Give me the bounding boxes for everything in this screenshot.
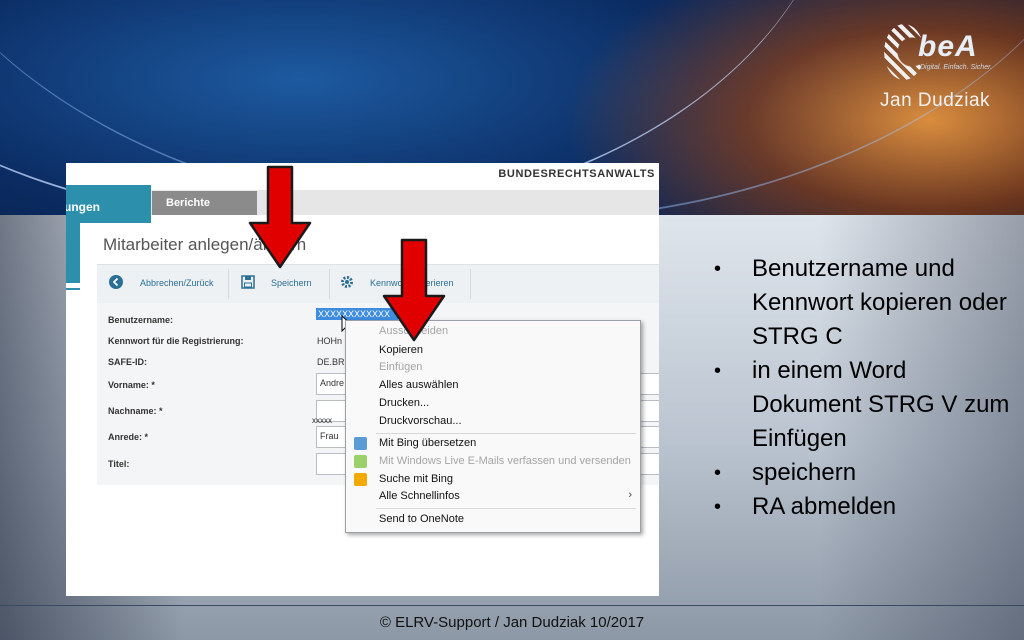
gear-icon <box>341 276 353 288</box>
tab-active[interactable]: ungen <box>66 185 151 223</box>
menu-separator <box>376 433 636 434</box>
footer-divider <box>0 605 1024 606</box>
save-icon <box>241 275 255 289</box>
slide-footer: © ELRV-Support / Jan Dudziak 10/2017 <box>379 614 645 631</box>
bea-logo: beA Digital. Einfach. Sicher. Jan Dudzia… <box>878 20 1013 120</box>
reg-password-value: HOHn <box>317 336 343 346</box>
bullet-item: • speichern <box>714 459 857 486</box>
logo-tagline: Digital. Einfach. Sicher. <box>920 64 993 71</box>
app-brand: BUNDESRECHTSANWALTS <box>498 168 655 180</box>
label-safe-id: SAFE-ID: <box>108 357 147 367</box>
logo-author: Jan Dudziak <box>880 90 991 111</box>
menu-item-send-to-onenote[interactable]: Send to OneNote <box>379 513 464 525</box>
instruction-list: • Benutzername und Kennwort kopieren ode… <box>712 252 1012 524</box>
label-title: Titel: <box>108 459 130 469</box>
chevron-right-icon: › <box>628 489 632 501</box>
bullet-item: • Benutzername und Kennwort kopieren ode… <box>714 255 1007 350</box>
back-button[interactable]: Abbrechen/Zurück <box>97 265 222 303</box>
bing-icon <box>354 473 367 486</box>
context-menu: Ausschneiden Kopieren Einfügen Alles aus… <box>345 320 641 533</box>
menu-item-all-accelerators[interactable]: Alle Schnellinfos <box>379 490 460 502</box>
bullet-item: • in einem Word Dokument STRG V zum Einf… <box>714 357 1010 452</box>
menu-separator <box>376 508 636 509</box>
tab-berichte[interactable]: Berichte <box>152 191 257 215</box>
menu-item-copy[interactable]: Kopieren <box>379 344 423 356</box>
menu-item-windows-live-mail[interactable]: Mit Windows Live E-Mails verfassen und v… <box>379 455 631 467</box>
label-lastname: Nachname: * <box>108 406 163 416</box>
translate-icon <box>354 437 367 450</box>
label-reg-password: Kennwort für die Registrierung: <box>108 336 244 346</box>
menu-item-bing-translate[interactable]: Mit Bing übersetzen <box>379 437 476 449</box>
safe-id-value: DE.BR <box>317 357 345 367</box>
menu-item-bing-search[interactable]: Suche mit Bing <box>379 473 453 485</box>
bullet-item: • RA abmelden <box>714 493 897 520</box>
back-arrow-icon <box>109 275 123 289</box>
lastname-overlay-text: xxxxx <box>312 416 332 425</box>
menu-item-paste[interactable]: Einfügen <box>379 361 422 373</box>
side-nav-strip <box>66 223 80 283</box>
menu-item-print[interactable]: Drucken... <box>379 397 429 409</box>
menu-item-print-preview[interactable]: Druckvorschau... <box>379 415 462 427</box>
label-username: Benutzername: <box>108 315 174 325</box>
red-arrow-copy-icon <box>382 238 446 342</box>
red-arrow-save-icon <box>248 165 312 269</box>
label-salutation: Anrede: * <box>108 432 149 442</box>
label-firstname: Vorname: * <box>108 380 155 390</box>
menu-item-select-all[interactable]: Alles auswählen <box>379 379 459 391</box>
toolbar: Abbrechen/Zurück Speichern Kennwort gene… <box>97 264 659 304</box>
logo-brand: beA <box>918 30 978 63</box>
save-button[interactable]: Speichern <box>229 265 329 303</box>
windows-live-mail-icon <box>354 455 367 468</box>
